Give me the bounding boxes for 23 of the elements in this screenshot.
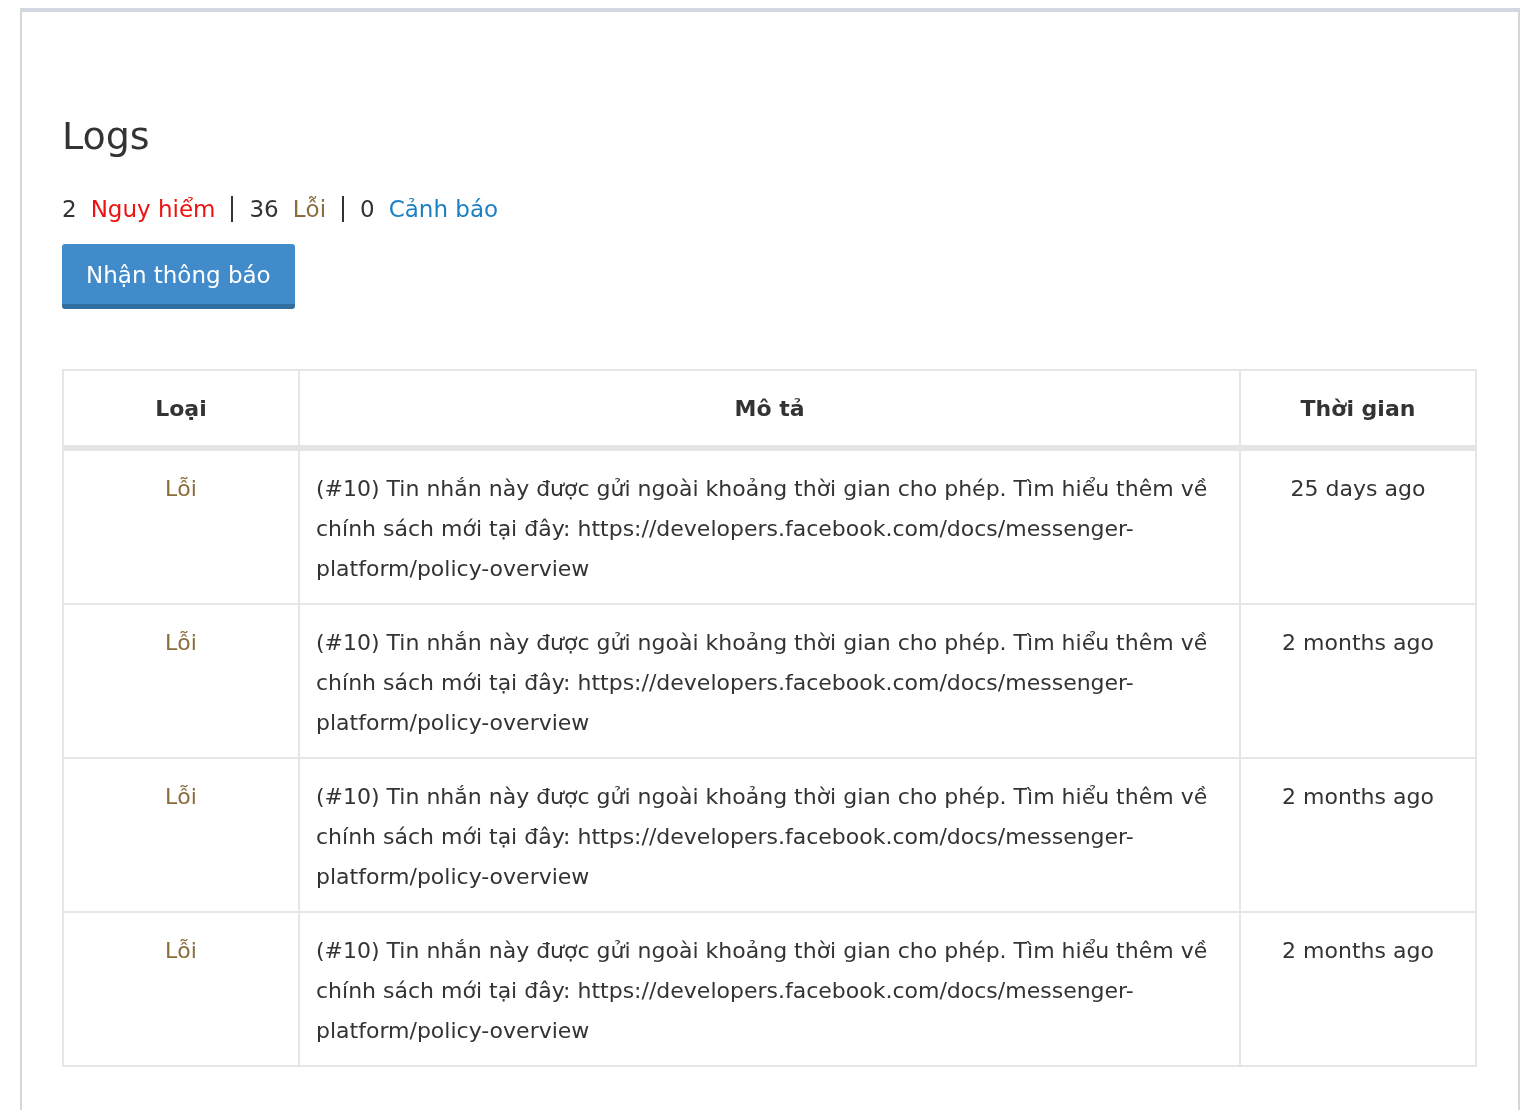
- subscribe-button[interactable]: Nhận thông báo: [62, 244, 295, 309]
- table-cell: 2 months ago: [1240, 758, 1476, 912]
- table-cell: (#10) Tin nhắn này được gửi ngoài khoảng thời gian cho phép. Tìm hiểu thêm về chính sách mới tại đây: https://developers.facebook.com/docs/messenger-platform/policy-overview: [299, 604, 1240, 758]
- count-value: 0: [360, 196, 375, 222]
- count-label: Lỗi: [292, 196, 327, 222]
- column-header: Mô tả: [299, 370, 1240, 448]
- page-title: Logs: [62, 113, 151, 160]
- count-value: 36: [249, 196, 279, 222]
- count-label: Cảnh báo: [388, 196, 499, 222]
- table-cell: (#10) Tin nhắn này được gửi ngoài khoảng thời gian cho phép. Tìm hiểu thêm về chính sách mới tại đây: https://developers.facebook.com/docs/messenger-platform/policy-overview: [299, 448, 1240, 604]
- table-cell: 2 months ago: [1240, 604, 1476, 758]
- table-cell: Lỗi: [63, 604, 299, 758]
- count-value: 2: [62, 196, 77, 222]
- count-label: Nguy hiểm: [90, 196, 216, 222]
- table-cell: 2 months ago: [1240, 912, 1476, 1066]
- table-cell: Lỗi: [63, 912, 299, 1066]
- table-cell: Lỗi: [63, 448, 299, 604]
- table-cell: (#10) Tin nhắn này được gửi ngoài khoảng thời gian cho phép. Tìm hiểu thêm về chính sách mới tại đây: https://developers.facebook.com/docs/messenger-platform/policy-overview: [299, 912, 1240, 1066]
- column-header: Thời gian: [1240, 370, 1476, 448]
- table-cell: 25 days ago: [1240, 448, 1476, 604]
- table-cell: Lỗi: [63, 758, 299, 912]
- table-cell: (#10) Tin nhắn này được gửi ngoài khoảng thời gian cho phép. Tìm hiểu thêm về chính sách mới tại đây: https://developers.facebook.com/docs/messenger-platform/policy-overview: [299, 758, 1240, 912]
- column-header: Loại: [63, 370, 299, 448]
